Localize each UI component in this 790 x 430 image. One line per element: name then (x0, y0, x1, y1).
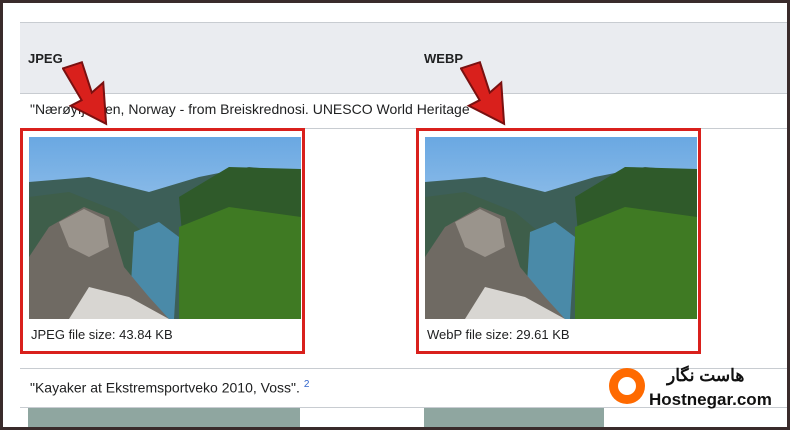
hostnegar-logo: هاست نگار Hostnegar.com (599, 366, 774, 418)
logo-name-fa: هاست نگار (667, 366, 745, 385)
logo-name-en: Hostnegar.com (649, 390, 772, 409)
next-webp-photo-partial (424, 408, 604, 430)
webp-file-size: WebP file size: 29.61 KB (427, 327, 570, 342)
red-arrow-icon (62, 60, 108, 126)
jpeg-file-size: JPEG file size: 43.84 KB (31, 327, 173, 342)
table-header-row: JPEG WEBP (20, 22, 790, 94)
column-header-jpeg: JPEG (28, 51, 63, 66)
caption-text: "Kayaker at Ekstremsportveko 2010, Voss"… (30, 379, 300, 396)
hostnegar-logo-icon (609, 368, 645, 404)
column-header-webp: WEBP (424, 51, 463, 66)
webp-image-cell: WebP file size: 29.61 KB (416, 128, 701, 354)
red-arrow-icon (460, 60, 506, 126)
next-jpeg-photo-partial (28, 408, 300, 430)
webp-photo[interactable] (425, 137, 697, 319)
jpeg-image-cell: JPEG file size: 43.84 KB (20, 128, 305, 354)
footnote-link[interactable]: 2 (304, 379, 310, 390)
caption-row-1: "Nærøyfjorden, Norway - from Breiskredno… (20, 92, 790, 129)
jpeg-photo[interactable] (29, 137, 301, 319)
